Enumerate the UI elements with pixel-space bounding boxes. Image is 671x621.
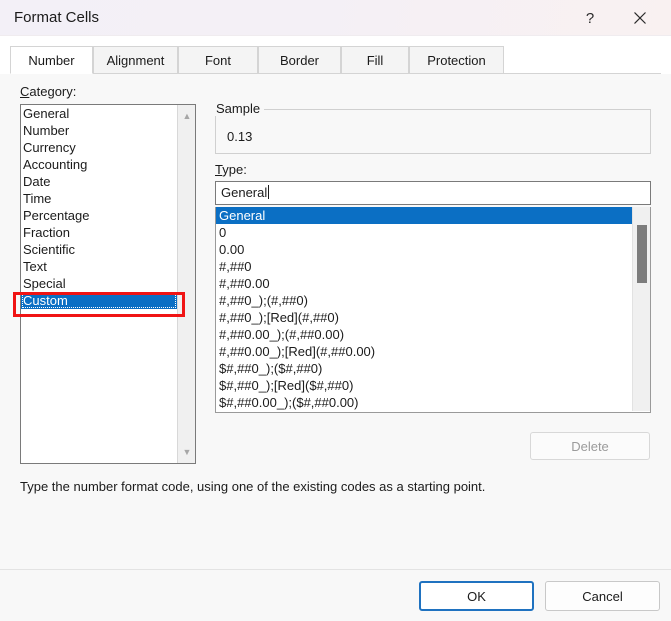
ok-button[interactable]: OK xyxy=(419,581,534,611)
category-item-special[interactable]: Special xyxy=(21,275,177,292)
category-item-date[interactable]: Date xyxy=(21,173,177,190)
dialog-body: Category: GeneralNumberCurrencyAccountin… xyxy=(0,74,671,569)
category-item-number[interactable]: Number xyxy=(21,122,177,139)
close-icon[interactable] xyxy=(617,0,663,36)
sample-group xyxy=(215,109,651,154)
type-input[interactable]: General xyxy=(215,181,651,205)
sample-value: 0.13 xyxy=(227,129,252,144)
category-item-custom[interactable]: Custom xyxy=(21,292,177,309)
type-item[interactable]: General xyxy=(216,207,633,224)
category-list[interactable]: GeneralNumberCurrencyAccountingDateTimeP… xyxy=(21,105,177,463)
dialog-footer: OK Cancel xyxy=(0,569,671,621)
delete-button[interactable]: Delete xyxy=(530,432,650,460)
type-item[interactable]: #,##0.00 xyxy=(216,275,633,292)
help-icon[interactable]: ? xyxy=(567,0,613,36)
tab-protection[interactable]: Protection xyxy=(409,46,504,74)
type-item[interactable]: $#,##0_);[Red]($#,##0) xyxy=(216,377,633,394)
type-item[interactable]: #,##0 xyxy=(216,258,633,275)
category-label: Category: xyxy=(20,84,76,99)
category-list-box[interactable]: GeneralNumberCurrencyAccountingDateTimeP… xyxy=(20,104,196,464)
type-scrollbar-thumb[interactable] xyxy=(637,225,647,283)
sample-group-title: Sample xyxy=(212,101,264,116)
tab-strip: NumberAlignmentFontBorderFillProtection xyxy=(10,46,661,74)
category-item-percentage[interactable]: Percentage xyxy=(21,207,177,224)
type-label-rest: ype: xyxy=(222,162,247,177)
type-list-box[interactable]: General00.00#,##0#,##0.00#,##0_);(#,##0)… xyxy=(215,207,651,413)
type-item[interactable]: #,##0_);[Red](#,##0) xyxy=(216,309,633,326)
text-caret xyxy=(268,185,269,199)
type-item[interactable]: #,##0.00_);[Red](#,##0.00) xyxy=(216,343,633,360)
category-scrollbar[interactable]: ▲ ▼ xyxy=(177,105,195,463)
category-item-accounting[interactable]: Accounting xyxy=(21,156,177,173)
type-item[interactable]: $#,##0.00_);($#,##0.00) xyxy=(216,394,633,411)
category-item-time[interactable]: Time xyxy=(21,190,177,207)
type-scrollbar[interactable] xyxy=(632,207,650,411)
type-item[interactable]: #,##0.00_);(#,##0.00) xyxy=(216,326,633,343)
type-input-value: General xyxy=(221,185,267,200)
type-item[interactable]: 0 xyxy=(216,224,633,241)
type-label: Type: xyxy=(215,162,247,177)
tab-border[interactable]: Border xyxy=(258,46,341,74)
category-item-text[interactable]: Text xyxy=(21,258,177,275)
category-item-currency[interactable]: Currency xyxy=(21,139,177,156)
scroll-down-arrow-icon[interactable]: ▼ xyxy=(178,443,196,461)
tab-alignment[interactable]: Alignment xyxy=(93,46,178,74)
type-item[interactable]: #,##0_);(#,##0) xyxy=(216,292,633,309)
cancel-button[interactable]: Cancel xyxy=(545,581,660,611)
hint-text: Type the number format code, using one o… xyxy=(20,479,485,494)
type-list[interactable]: General00.00#,##0#,##0.00#,##0_);(#,##0)… xyxy=(216,207,633,411)
category-item-scientific[interactable]: Scientific xyxy=(21,241,177,258)
title-bar: Format Cells ? xyxy=(0,0,671,36)
category-item-fraction[interactable]: Fraction xyxy=(21,224,177,241)
type-item[interactable]: $#,##0_);($#,##0) xyxy=(216,360,633,377)
tab-font[interactable]: Font xyxy=(178,46,258,74)
window-title: Format Cells xyxy=(14,9,99,26)
type-item[interactable]: 0.00 xyxy=(216,241,633,258)
scroll-up-arrow-icon[interactable]: ▲ xyxy=(178,107,196,125)
tab-fill[interactable]: Fill xyxy=(341,46,409,74)
category-label-rest: ategory: xyxy=(29,84,76,99)
category-item-general[interactable]: General xyxy=(21,105,177,122)
tab-number[interactable]: Number xyxy=(10,46,93,74)
